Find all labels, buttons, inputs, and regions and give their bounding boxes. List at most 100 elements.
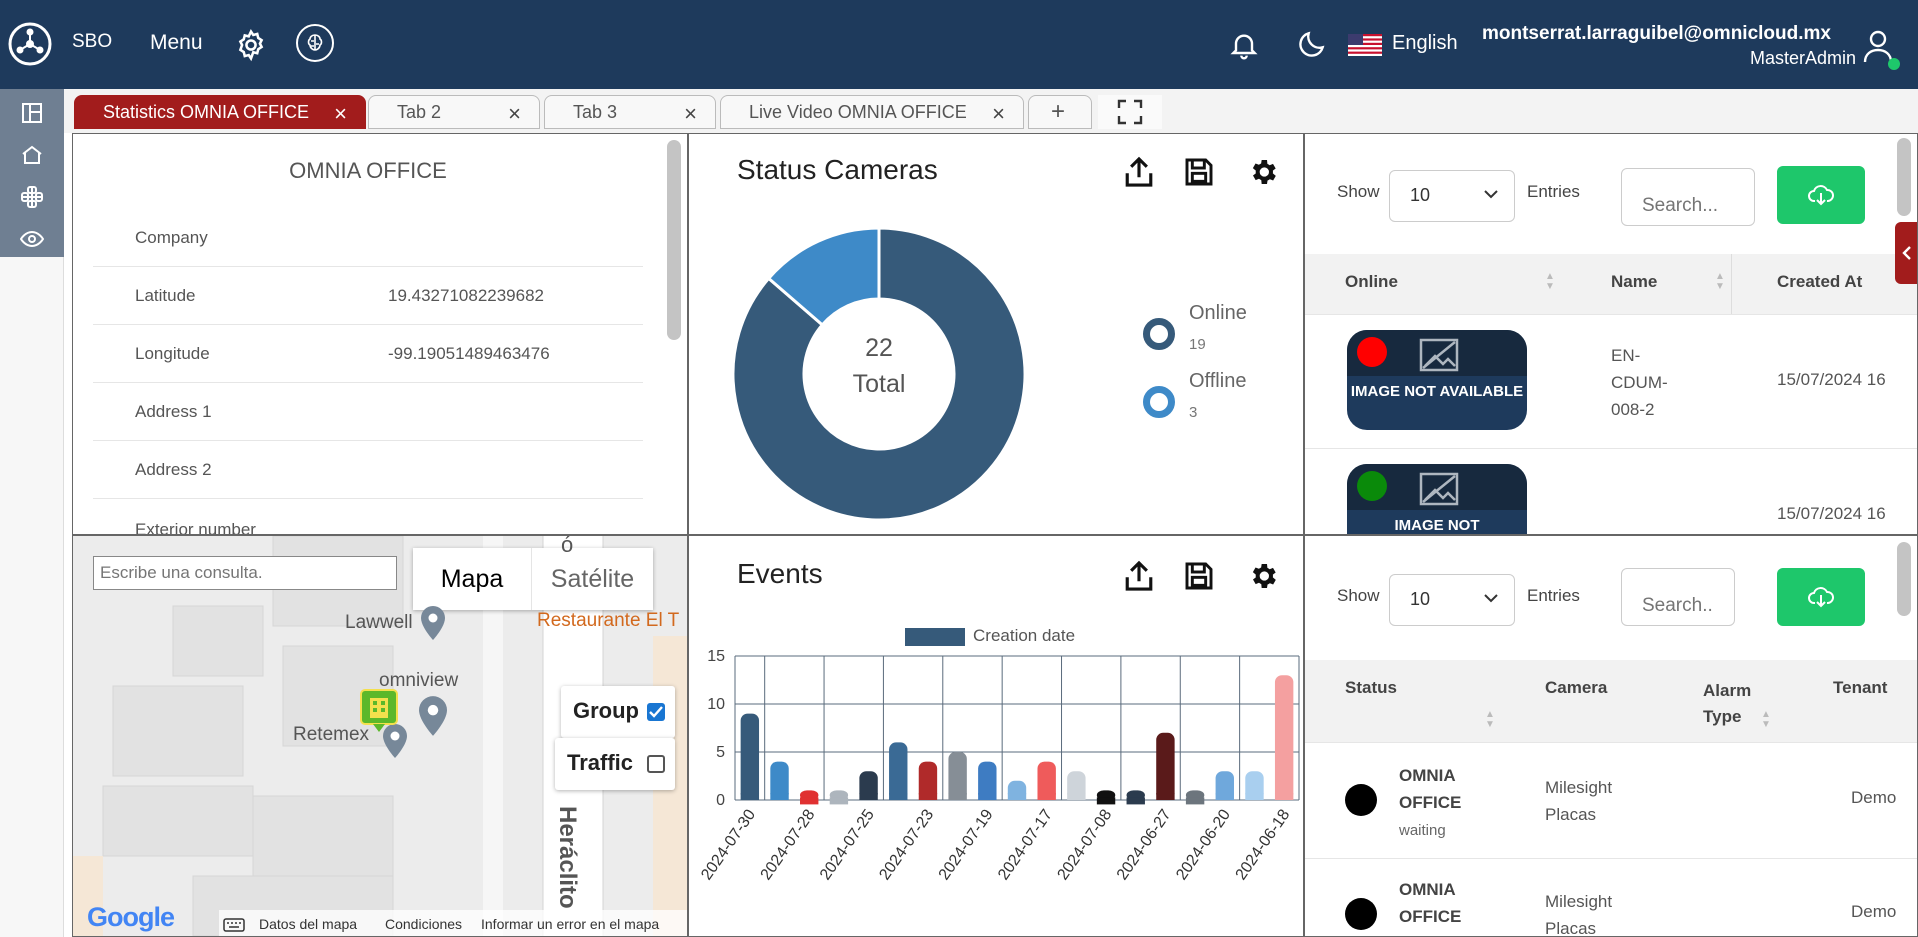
column-header[interactable]: Online [1345, 272, 1398, 292]
bar-base [978, 793, 997, 800]
field-label: Company [135, 228, 208, 247]
map-panel[interactable]: Mapa Satélite Lawwell omniview Retemex R… [72, 535, 688, 937]
scrollbar[interactable] [667, 140, 681, 340]
column-header[interactable]: Camera [1545, 678, 1607, 698]
google-logo: Google [87, 902, 175, 932]
add-tab-button[interactable]: + [1028, 95, 1092, 129]
sort-icon[interactable]: ▲ ▼ [1545, 272, 1555, 292]
app-logo-icon[interactable] [8, 22, 52, 66]
sort-icon[interactable]: ▲ ▼ [1485, 710, 1495, 730]
scrollbar[interactable] [1897, 542, 1911, 616]
map-type-satellite-button[interactable]: Satélite [532, 548, 653, 610]
camera-thumbnail[interactable]: IMAGE NOT AVAILABLE [1347, 330, 1527, 430]
save-icon[interactable] [1179, 152, 1219, 192]
chevron-left-icon [1902, 246, 1911, 260]
eye-icon[interactable] [18, 225, 46, 253]
settings-gear-icon[interactable] [1243, 152, 1283, 192]
user-avatar-icon[interactable] [1862, 26, 1902, 74]
table-header: Status ▲ ▼ Camera Alarm Type ▲ ▼ Tenant [1305, 660, 1917, 742]
column-header[interactable]: Tenant [1833, 678, 1887, 698]
legend-name: Offline [1189, 370, 1247, 392]
upload-icon[interactable] [1119, 152, 1159, 192]
layout-icon[interactable] [18, 99, 46, 127]
search-input[interactable] [1621, 168, 1755, 226]
bell-icon[interactable] [1228, 28, 1260, 62]
column-header[interactable]: Alarm Type [1703, 678, 1757, 730]
entries-label: Entries [1527, 182, 1580, 201]
legend-swatch-offline [1143, 386, 1175, 418]
entries-select[interactable]: 10 [1389, 574, 1515, 626]
search-input[interactable] [1621, 568, 1735, 626]
chevron-down-icon [1484, 190, 1498, 199]
sort-icon[interactable]: ▲ ▼ [1761, 710, 1771, 730]
alarm-site: OMNIA OFFICE [1399, 880, 1462, 926]
map-pin-icon[interactable] [419, 696, 447, 741]
tab-2[interactable]: Tab 2 × [368, 95, 540, 129]
map-place-label: Retemex [293, 724, 370, 745]
traffic-label: Traffic [567, 750, 634, 775]
scrollbar[interactable] [1897, 138, 1911, 216]
column-header[interactable]: Name [1611, 272, 1657, 292]
status-dot [1345, 898, 1377, 930]
download-button[interactable] [1777, 568, 1865, 626]
save-icon[interactable] [1179, 556, 1219, 596]
map-report-link[interactable]: Informar un error en el mapa [481, 916, 659, 932]
bar-base [1245, 793, 1264, 800]
building-marker-icon[interactable] [359, 688, 399, 734]
tab-label: Live Video OMNIA OFFICE [749, 101, 967, 122]
bar-base [918, 793, 938, 800]
bar[interactable] [1156, 732, 1175, 800]
column-header[interactable]: Status [1345, 678, 1397, 698]
field-value: -99.19051489463476 [388, 344, 550, 363]
close-icon[interactable]: × [684, 101, 697, 127]
language-selector[interactable]: English [1392, 32, 1458, 55]
group-toggle[interactable]: Group [561, 686, 675, 738]
camera-thumbnail[interactable]: IMAGE NOT [1347, 464, 1527, 534]
tab-3[interactable]: Tab 3 × [544, 95, 716, 129]
upload-icon[interactable] [1119, 556, 1159, 596]
move-icon[interactable] [18, 183, 46, 211]
sort-icon[interactable]: ▲ ▼ [1715, 272, 1725, 292]
gear-icon[interactable] [234, 28, 268, 62]
moon-icon[interactable] [1296, 28, 1328, 60]
close-icon[interactable]: × [508, 101, 521, 127]
map-data-link[interactable]: Datos del mapa [259, 916, 357, 932]
home-icon[interactable] [18, 141, 46, 169]
fullscreen-icon[interactable] [1098, 95, 1162, 129]
divider [93, 440, 643, 441]
tab-label: Tab 2 [397, 101, 442, 122]
bar[interactable] [889, 742, 908, 800]
map-type-map-button[interactable]: Mapa [413, 548, 531, 610]
panel-title: Status Cameras [737, 154, 938, 185]
close-icon[interactable]: × [334, 101, 347, 127]
bar[interactable] [740, 713, 760, 800]
traffic-toggle[interactable]: Traffic [555, 738, 675, 790]
tab-statistics[interactable]: Statistics OMNIA OFFICE × [74, 95, 366, 129]
map-pin-icon[interactable] [421, 606, 445, 645]
menu-button[interactable]: Menu [150, 31, 203, 55]
bar-base [1067, 793, 1086, 800]
entries-label: Entries [1527, 586, 1580, 605]
map-search-input[interactable] [93, 556, 397, 590]
column-header[interactable]: Created At [1777, 272, 1862, 292]
map-terms-link[interactable]: Condiciones [385, 916, 462, 932]
table-header: Online ▲ ▼ Name ▲ ▼ Created At [1305, 254, 1917, 314]
field-label: Exterior number [135, 520, 256, 535]
us-flag-icon[interactable] [1348, 34, 1382, 56]
show-label: Show [1337, 586, 1380, 605]
entries-select[interactable]: 10 [1389, 170, 1515, 222]
x-tick-label: 2024-07-08 [1054, 806, 1115, 883]
image-off-icon [1419, 338, 1459, 372]
download-button[interactable] [1777, 166, 1865, 224]
bar[interactable] [948, 752, 967, 800]
keyboard-icon[interactable] [223, 918, 245, 932]
group-checkbox[interactable] [647, 703, 665, 721]
close-icon[interactable]: × [992, 101, 1005, 127]
tab-live-video[interactable]: Live Video OMNIA OFFICE × [720, 95, 1024, 129]
brain-icon[interactable] [296, 24, 334, 62]
bar[interactable] [1274, 675, 1294, 800]
chevron-down-icon [1484, 594, 1498, 603]
traffic-checkbox[interactable] [647, 755, 665, 773]
settings-gear-icon[interactable] [1243, 556, 1283, 596]
collapse-panel-button[interactable] [1895, 222, 1917, 284]
